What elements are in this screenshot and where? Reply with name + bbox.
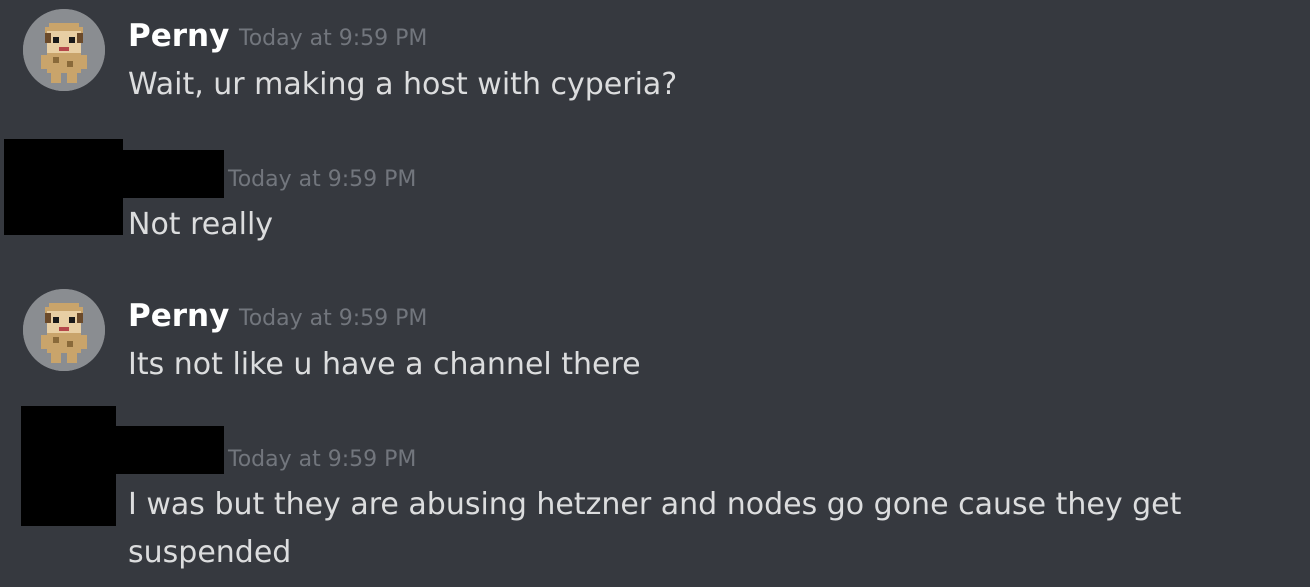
timestamp: Today at 9:59 PM xyxy=(228,447,417,472)
pixel-character-avatar-icon xyxy=(23,9,105,91)
username[interactable]: Perny xyxy=(128,298,229,334)
message-group: Perny Today at 9:59 PM Its not like u ha… xyxy=(0,280,1310,400)
timestamp: Today at 9:59 PM xyxy=(228,167,417,192)
message-text: Wait, ur making a host with cyperia? xyxy=(128,67,678,102)
chat-messages: Perny Today at 9:59 PM Wait, ur making a… xyxy=(0,0,1310,587)
message-text: Its not like u have a channel there xyxy=(128,347,641,382)
avatar[interactable] xyxy=(23,9,105,91)
pixel-character-avatar-icon xyxy=(23,289,105,371)
avatar[interactable] xyxy=(23,289,105,371)
message-text: Not really xyxy=(128,207,274,242)
redacted-avatar xyxy=(4,139,123,235)
message-group: Today at 9:59 PM I was but they are abus… xyxy=(0,400,1310,587)
redacted-avatar xyxy=(21,406,116,526)
redacted-username xyxy=(123,150,224,198)
username[interactable]: Perny xyxy=(128,18,229,54)
timestamp: Today at 9:59 PM xyxy=(239,26,428,51)
timestamp: Today at 9:59 PM xyxy=(239,306,428,331)
message-group: Today at 9:59 PM Not really xyxy=(0,130,1310,260)
message-group: Perny Today at 9:59 PM Wait, ur making a… xyxy=(0,0,1310,120)
redacted-username xyxy=(116,426,224,474)
message-text: I was but they are abusing hetzner and n… xyxy=(128,487,1182,570)
